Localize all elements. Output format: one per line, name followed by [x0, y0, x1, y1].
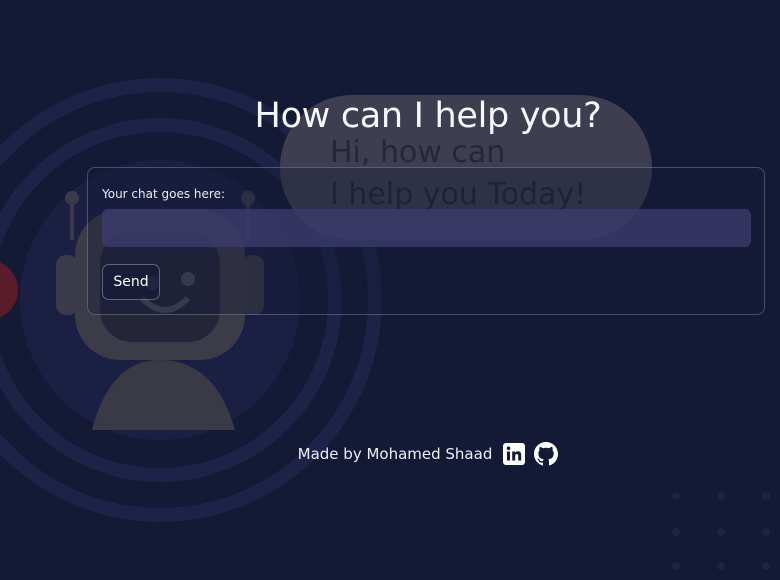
send-button[interactable]: Send: [102, 264, 160, 300]
footer-credit: Made by Mohamed Shaad: [297, 445, 493, 463]
footer: Made by Mohamed Shaad: [38, 440, 780, 468]
linkedin-icon[interactable]: [502, 442, 526, 466]
page-title: How can I help you?: [254, 96, 602, 136]
chat-form: Your chat goes here: Send: [87, 167, 765, 315]
chat-input[interactable]: [102, 209, 751, 247]
chat-input-label: Your chat goes here:: [102, 187, 225, 201]
github-icon[interactable]: [534, 442, 559, 466]
